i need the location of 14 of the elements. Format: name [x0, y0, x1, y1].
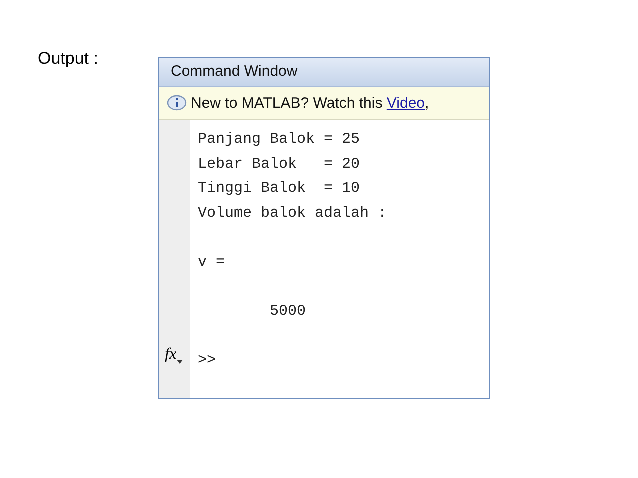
output-line: 5000 — [269, 302, 306, 322]
output-line: Panjang Balok = 25 — [198, 130, 360, 150]
info-icon — [167, 95, 187, 111]
output-label: Output : — [38, 49, 98, 69]
info-message: New to MATLAB? Watch this Video, — [191, 94, 430, 112]
function-button[interactable]: fx — [165, 346, 183, 364]
output-line: Volume balok adalah : — [198, 204, 388, 224]
command-prompt[interactable]: >> — [198, 348, 216, 373]
caret-icon — [176, 360, 183, 364]
window-title: Command Window — [159, 58, 489, 87]
output-line: v = — [198, 252, 226, 272]
output-line: Lebar Balok = 20 — [198, 154, 360, 174]
video-link[interactable]: Video — [386, 94, 425, 112]
output-line: Tinggi Balok = 10 — [198, 179, 360, 199]
